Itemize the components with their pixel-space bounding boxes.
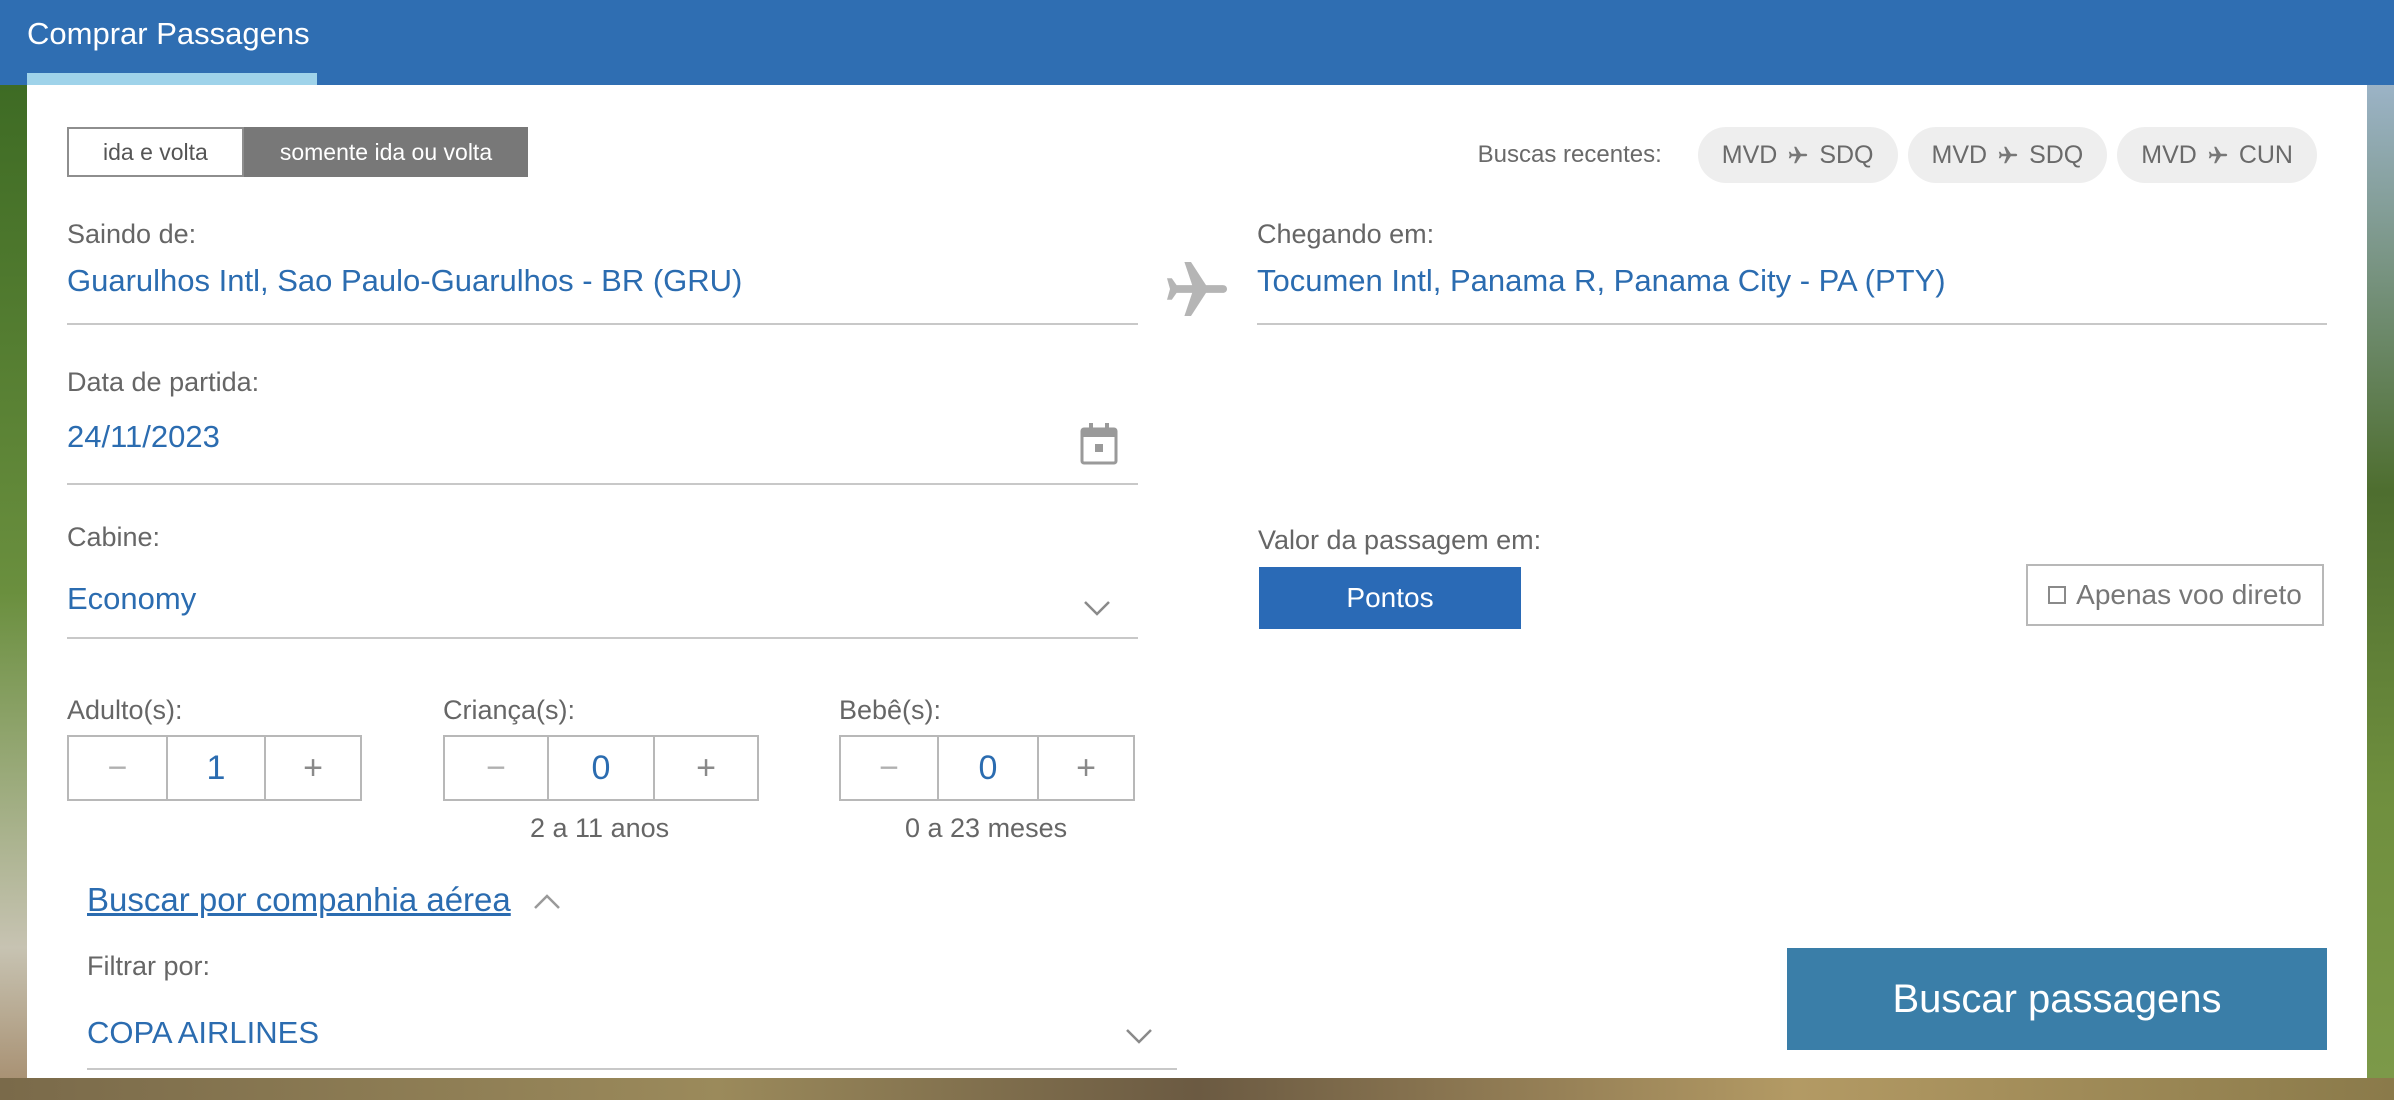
recent-search-chip[interactable]: MVD SDQ	[1697, 127, 1898, 183]
departure-label: Data de partida:	[67, 367, 260, 397]
children-age-hint: 2 a 11 anos	[530, 813, 670, 843]
plane-icon	[1998, 146, 2018, 164]
recent-to: SDQ	[1819, 140, 1874, 169]
infants-stepper: − 0 +	[839, 735, 1135, 801]
cabin-select[interactable]: Economy	[67, 581, 196, 617]
origin-input[interactable]: Guarulhos Intl, Sao Paulo-Guarulhos - BR…	[67, 263, 742, 299]
adults-increment-button[interactable]: +	[266, 737, 360, 799]
background-photo-bottom	[0, 1078, 2394, 1100]
adults-label: Adulto(s):	[67, 695, 183, 725]
checkbox-icon[interactable]	[2048, 586, 2067, 604]
recent-searches: Buscas recentes: MVD SDQ MVD SDQ MVD CUN	[1478, 127, 2317, 183]
airline-filter-label: Filtrar por:	[87, 951, 211, 981]
children-increment-button[interactable]: +	[655, 737, 757, 799]
adults-decrement-button[interactable]: −	[69, 737, 166, 799]
recent-from: MVD	[1721, 140, 1778, 169]
airline-select[interactable]: COPA AIRLINES	[87, 1015, 319, 1051]
recent-search-chip[interactable]: MVD CUN	[2117, 127, 2317, 183]
children-label: Criança(s):	[443, 695, 576, 725]
trip-type-toggle: ida e volta somente ida ou volta	[67, 127, 529, 177]
destination-label: Chegando em:	[1257, 219, 1435, 249]
recent-to: CUN	[2238, 140, 2293, 169]
chevron-down-icon[interactable]	[1083, 599, 1111, 617]
plane-icon	[1167, 262, 1227, 316]
active-tab-indicator	[27, 73, 317, 85]
direct-flight-checkbox[interactable]: Apenas voo direto	[2026, 564, 2324, 626]
infants-increment-button[interactable]: +	[1039, 737, 1133, 799]
calendar-icon[interactable]	[1080, 423, 1118, 465]
one-way-button[interactable]: somente ida ou volta	[243, 127, 529, 177]
recent-from: MVD	[1931, 140, 1988, 169]
destination-underline	[1257, 323, 2327, 325]
background-photo-right	[2366, 85, 2394, 1100]
header-bar: Comprar Passagens	[0, 0, 2394, 85]
recent-to: SDQ	[2029, 140, 2084, 169]
destination-input[interactable]: Tocumen Intl, Panama R, Panama City - PA…	[1257, 263, 1946, 299]
recent-searches-label: Buscas recentes:	[1477, 141, 1662, 168]
children-decrement-button[interactable]: −	[445, 737, 547, 799]
page-title[interactable]: Comprar Passagens	[27, 16, 310, 52]
direct-flight-label: Apenas voo direto	[2076, 579, 2302, 610]
origin-underline	[67, 323, 1138, 325]
recent-search-chip[interactable]: MVD SDQ	[1907, 127, 2108, 183]
airline-underline	[87, 1068, 1177, 1070]
recent-from: MVD	[2141, 140, 2197, 169]
plane-icon	[1789, 146, 1808, 164]
chevron-up-icon[interactable]	[533, 893, 561, 911]
search-flights-button[interactable]: Buscar passagens	[1787, 948, 2327, 1050]
infants-decrement-button[interactable]: −	[841, 737, 937, 799]
children-stepper: − 0 +	[443, 735, 759, 801]
infants-count[interactable]: 0	[937, 737, 1039, 799]
plane-icon	[2208, 146, 2227, 164]
departure-underline	[67, 483, 1138, 485]
adults-count[interactable]: 1	[166, 737, 266, 799]
cabin-label: Cabine:	[67, 522, 161, 552]
departure-date-input[interactable]: 24/11/2023	[67, 419, 220, 455]
round-trip-button[interactable]: ida e volta	[67, 127, 244, 177]
search-form-panel: ida e volta somente ida ou volta Buscas …	[27, 85, 2367, 1078]
infants-age-hint: 0 a 23 meses	[905, 813, 1068, 843]
origin-label: Saindo de:	[67, 219, 197, 249]
chevron-down-icon[interactable]	[1125, 1027, 1153, 1045]
search-by-airline-link[interactable]: Buscar por companhia aérea	[87, 881, 511, 919]
children-count[interactable]: 0	[547, 737, 655, 799]
cabin-underline	[67, 637, 1138, 639]
points-button[interactable]: Pontos	[1259, 567, 1521, 629]
adults-stepper: − 1 +	[67, 735, 362, 801]
background-photo-left	[0, 85, 28, 1100]
infants-label: Bebê(s):	[839, 695, 942, 725]
currency-label: Valor da passagem em:	[1258, 525, 1542, 555]
